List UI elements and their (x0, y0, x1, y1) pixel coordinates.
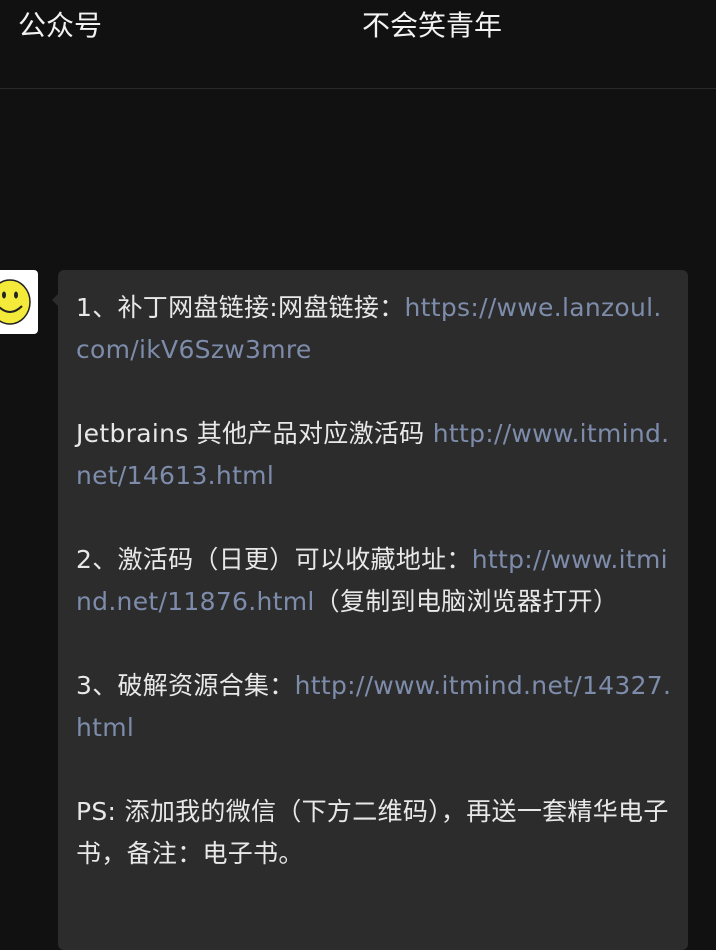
message-paragraph: 2、激活码（日更）可以收藏地址：http://www.itmind.net/11… (76, 539, 672, 623)
paragraph-text: 3、破解资源合集： (76, 671, 295, 700)
message-content: 1、补丁网盘链接:网盘链接：https://wwe.lanzoul.com/ik… (76, 287, 672, 917)
official-account-label[interactable]: 公众号 (18, 6, 102, 46)
message-paragraph: Jetbrains 其他产品对应激活码 http://www.itmind.ne… (76, 413, 672, 497)
paragraph-text: PS: 添加我的微信（下方二维码），再送一套精华电子书，备注：电子书。 (76, 797, 669, 868)
chat-title: 不会笑青年 (362, 9, 503, 42)
message-paragraph: PS: 添加我的微信（下方二维码），再送一套精华电子书，备注：电子书。 (76, 791, 672, 875)
paragraph-text: 1、补丁网盘链接:网盘链接： (76, 293, 405, 322)
message-paragraph: 3、破解资源合集：http://www.itmind.net/14327.htm… (76, 665, 672, 749)
paragraph-tail-text: （复制到电脑浏览器打开） (314, 587, 619, 616)
avatar[interactable] (0, 270, 38, 334)
smiley-face-icon (0, 279, 31, 325)
top-bar: 公众号 不会笑青年 (0, 0, 716, 89)
paragraph-text: 2、激活码（日更）可以收藏地址： (76, 545, 472, 574)
message-paragraph: 1、补丁网盘链接:网盘链接：https://wwe.lanzoul.com/ik… (76, 287, 672, 371)
paragraph-text: Jetbrains 其他产品对应激活码 (76, 419, 433, 448)
